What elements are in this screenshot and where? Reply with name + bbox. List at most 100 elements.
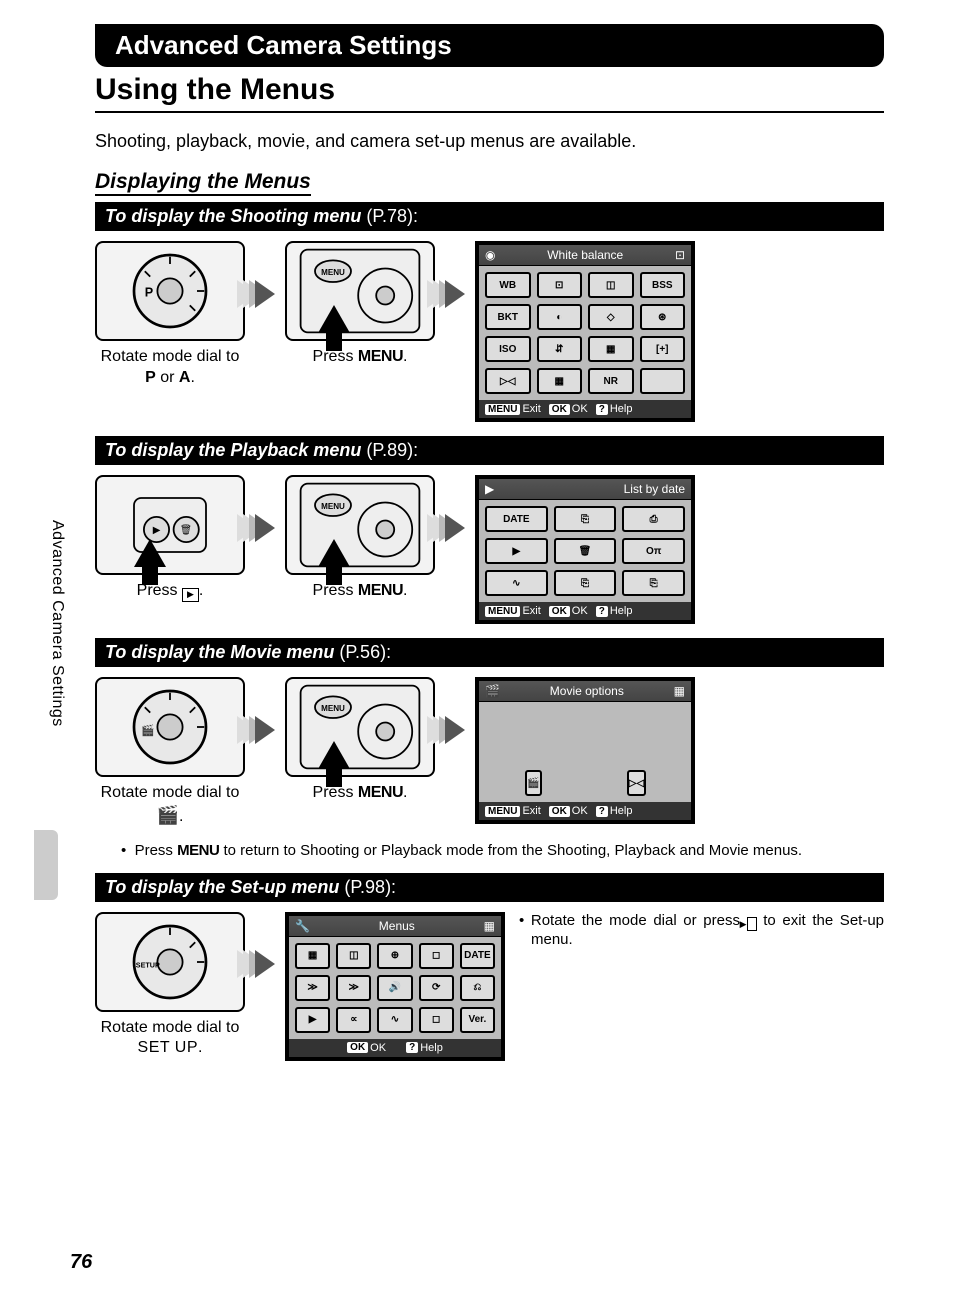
playback-menu-screen: ▶List by date DATE⎘⎙▶🗑Oπ∿⎘⎘ MENUExit OKO… bbox=[475, 475, 695, 624]
svg-text:MENU: MENU bbox=[321, 704, 345, 713]
menu-option-icon: Oπ bbox=[622, 538, 685, 564]
shooting-menu-screen: ◉White balance⊡ WB⊡◫BSSBKT◐◇⊛ISO⇵▦[+]▷◁▦… bbox=[475, 241, 695, 422]
bar-setup-bold: To display the Set-up menu bbox=[105, 877, 339, 897]
bar-setup: To display the Set-up menu (P.98): bbox=[95, 873, 884, 902]
play-icon: ▶ bbox=[485, 482, 494, 496]
menu-option-icon: ⊡ bbox=[537, 272, 583, 298]
menu-option-icon: ∿ bbox=[377, 1007, 412, 1033]
caption-press-menu: Press MENU. bbox=[285, 347, 435, 368]
arrow-icon bbox=[445, 514, 465, 542]
menu-option-icon: Ver. bbox=[460, 1007, 495, 1033]
movie-menu-screen: 🎬Movie options▦ 🎬▷◁ MENUExit OKOK ?Help bbox=[475, 677, 695, 824]
arrow-icon bbox=[255, 514, 275, 542]
menu-option-icon: ◻ bbox=[419, 943, 454, 969]
side-tab-label: Advanced Camera Settings bbox=[48, 520, 66, 727]
intro-text: Shooting, playback, movie, and camera se… bbox=[95, 131, 884, 152]
arrow-icon bbox=[255, 950, 275, 978]
menu-option-icon: BKT bbox=[485, 304, 531, 330]
note-menu-return: • Press MENU to return to Shooting or Pl… bbox=[95, 842, 884, 859]
menu-option-icon: ⎌ bbox=[460, 975, 495, 1001]
row-movie: 🎬 Rotate mode dial to 🎬. MENU Press MENU… bbox=[95, 677, 884, 828]
subsection-heading: Displaying the Menus bbox=[95, 170, 311, 196]
menu-option-icon: DATE bbox=[460, 943, 495, 969]
menu-option-icon: ⎙ bbox=[622, 506, 685, 532]
bar-playback-bold: To display the Playback menu bbox=[105, 440, 361, 460]
menu-option-icon: ◫ bbox=[588, 272, 634, 298]
bar-shooting-ref: (P.78): bbox=[361, 206, 418, 226]
menu-option-icon: ⇵ bbox=[537, 336, 583, 362]
menu-option-icon: ▦ bbox=[588, 336, 634, 362]
menu-option-icon: ⊛ bbox=[640, 304, 686, 330]
menu-button-illustration: MENU bbox=[285, 241, 435, 341]
menu-option-icon: BSS bbox=[640, 272, 686, 298]
bar-setup-ref: (P.98): bbox=[339, 877, 396, 897]
grid-icon: ▦ bbox=[484, 919, 495, 933]
play-icon bbox=[182, 588, 199, 602]
mode-dial-illustration: P bbox=[95, 241, 245, 341]
svg-text:P: P bbox=[145, 285, 153, 299]
row-shooting: P Rotate mode dial to P or A. MENU Press… bbox=[95, 241, 884, 422]
menu-option-icon: ▦ bbox=[537, 368, 583, 394]
row-setup: SETUP Rotate mode dial to SET UP. 🔧Menus… bbox=[95, 912, 884, 1061]
menu-option-icon: WB bbox=[485, 272, 531, 298]
page-number: 76 bbox=[70, 1251, 92, 1274]
svg-text:MENU: MENU bbox=[321, 502, 345, 511]
menu-option-icon: ▶ bbox=[485, 538, 548, 564]
mode-dial-illustration: SETUP bbox=[95, 912, 245, 1012]
menu-option-icon: ▦ bbox=[295, 943, 330, 969]
svg-text:MENU: MENU bbox=[321, 268, 345, 277]
menu-option-icon: ∝ bbox=[336, 1007, 371, 1033]
menu-option-icon: ▷◁ bbox=[627, 770, 646, 796]
caption-rotate-pa: Rotate mode dial to P or A. bbox=[95, 347, 245, 389]
section-title: Using the Menus bbox=[95, 73, 884, 113]
arrow-icon bbox=[255, 280, 275, 308]
menu-option-icon: 🔊 bbox=[377, 975, 412, 1001]
menu-option-icon: ⊕ bbox=[377, 943, 412, 969]
menu-option-icon bbox=[640, 368, 686, 394]
caption-press-menu: Press MENU. bbox=[285, 783, 435, 804]
chapter-header: Advanced Camera Settings bbox=[95, 24, 884, 67]
bar-movie-bold: To display the Movie menu bbox=[105, 642, 334, 662]
playback-button-illustration: ▶🗑 bbox=[95, 475, 245, 575]
menu-option-icon: ⟳ bbox=[419, 975, 454, 1001]
caption-press-play: Press . bbox=[95, 581, 245, 602]
svg-text:▶: ▶ bbox=[153, 525, 161, 536]
menu-option-icon: NR bbox=[588, 368, 634, 394]
menu-option-icon: ∿ bbox=[485, 570, 548, 596]
menu-option-icon: ◐ bbox=[537, 304, 583, 330]
screen-title: White balance bbox=[547, 248, 623, 262]
bar-movie: To display the Movie menu (P.56): bbox=[95, 638, 884, 667]
arrow-icon bbox=[445, 280, 465, 308]
setup-menu-screen: 🔧Menus▦ ▦◫⊕◻DATE≫≫🔊⟳⎌▶∝∿◻Ver. OKOK ?Help bbox=[285, 912, 505, 1061]
menu-button-illustration: MENU bbox=[285, 677, 435, 777]
svg-text:🎬: 🎬 bbox=[141, 724, 154, 737]
menu-option-icon: ◻ bbox=[419, 1007, 454, 1033]
wb-icon: ⊡ bbox=[675, 248, 685, 262]
caption-press-menu: Press MENU. bbox=[285, 581, 435, 602]
arrow-icon bbox=[445, 716, 465, 744]
menu-option-icon: ◫ bbox=[336, 943, 371, 969]
menu-option-icon: 🎬 bbox=[525, 770, 541, 796]
screen-title: Menus bbox=[379, 919, 415, 933]
movie-opt-icon: ▦ bbox=[674, 684, 685, 698]
menu-option-icon: ISO bbox=[485, 336, 531, 362]
bar-playback-ref: (P.89): bbox=[361, 440, 418, 460]
note-setup-exit: • Rotate the mode dial or press to exit … bbox=[511, 912, 884, 949]
side-tab-nub bbox=[34, 830, 58, 900]
caption-rotate-movie: Rotate mode dial to 🎬. bbox=[95, 783, 245, 828]
menu-option-icon: ⎘ bbox=[554, 570, 617, 596]
menu-option-icon: ▶ bbox=[295, 1007, 330, 1033]
menu-option-icon: ▷◁ bbox=[485, 368, 531, 394]
menu-option-icon: ≫ bbox=[295, 975, 330, 1001]
menu-option-icon: DATE bbox=[485, 506, 548, 532]
menu-option-icon: ⎘ bbox=[622, 570, 685, 596]
screen-title: List by date bbox=[624, 482, 685, 496]
menu-option-icon: ≫ bbox=[336, 975, 371, 1001]
svg-text:🗑: 🗑 bbox=[180, 524, 193, 536]
bar-movie-ref: (P.56): bbox=[334, 642, 391, 662]
mode-dial-illustration: 🎬 bbox=[95, 677, 245, 777]
svg-text:SETUP: SETUP bbox=[136, 960, 160, 969]
bar-shooting: To display the Shooting menu (P.78): bbox=[95, 202, 884, 231]
play-icon bbox=[747, 917, 757, 931]
menu-option-icon: 🗑 bbox=[554, 538, 617, 564]
